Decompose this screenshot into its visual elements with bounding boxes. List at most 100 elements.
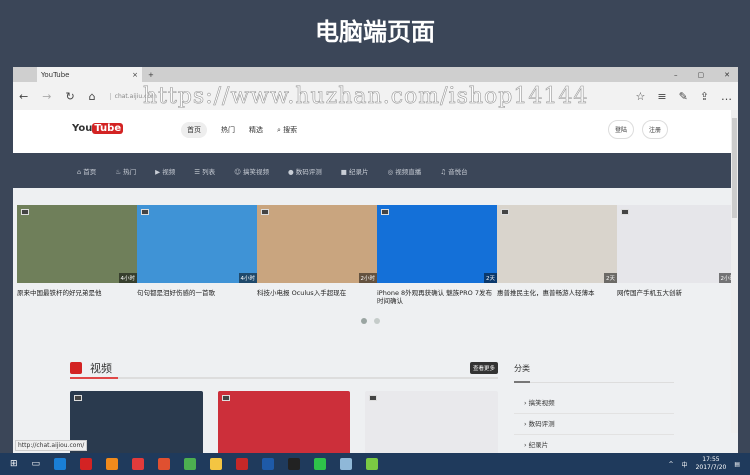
video-badge-icon xyxy=(621,209,629,215)
hub-icon[interactable]: ≡ xyxy=(657,90,666,103)
taskbar-app-icon[interactable] xyxy=(132,458,145,470)
category-sidebar: 分类 › 搞笑视频 › 数码评测 › 纪录片 xyxy=(514,359,674,456)
carousel-item[interactable]: 2天 iPhone 8外观再获确认 魅族PRO 7发布时间确认 xyxy=(377,205,497,305)
thumbnail: 2小时 xyxy=(617,205,737,283)
video-card[interactable] xyxy=(365,391,499,461)
taskbar-app-icon[interactable] xyxy=(366,458,379,470)
tab-bar: YouTube × + – ▢ ✕ xyxy=(13,67,738,82)
fire-icon: ♨ xyxy=(115,167,122,176)
duration: 4小时 xyxy=(118,273,137,283)
carousel-item[interactable]: 2天 惠普推民主化，惠普畅游人轻薄本 xyxy=(497,205,617,305)
search-icon: ⌕ xyxy=(277,126,281,134)
funny-icon: ☺ xyxy=(234,167,241,176)
category-nav-item[interactable]: ● 数码评测 xyxy=(288,166,322,176)
scrollbar[interactable] xyxy=(731,110,738,433)
category-nav-item[interactable]: ☰ 列表 xyxy=(194,166,215,176)
page-title: 电脑端页面 xyxy=(315,18,435,46)
forward-icon[interactable]: → xyxy=(42,90,51,103)
browser-tab[interactable]: YouTube × xyxy=(37,67,142,82)
carousel-item[interactable]: 4小时 句句都是泪好伤感的一首歌 xyxy=(137,205,257,305)
nav-home[interactable]: 首页 xyxy=(181,122,207,138)
taskbar-app-icon[interactable] xyxy=(262,458,275,470)
list-icon: ☰ xyxy=(194,167,201,176)
view-more-button[interactable]: 查看更多 xyxy=(469,362,498,374)
video-badge-icon xyxy=(21,209,29,215)
close-tab-icon[interactable]: × xyxy=(132,71,138,79)
carousel-dots[interactable] xyxy=(361,318,380,324)
taskbar-app-icon[interactable] xyxy=(184,458,197,470)
address-bar: ← → ↻ ⌂ chat.aijiu.com https://www.huzhan.c… xyxy=(13,82,738,110)
taskbar-app-icon[interactable] xyxy=(236,458,249,470)
youtube-logo[interactable]: You Tube xyxy=(72,123,124,134)
minimize-icon[interactable]: – xyxy=(674,71,678,79)
category-nav-item[interactable]: ♫ 音悦台 xyxy=(440,166,467,176)
status-url: http://chat.aijiou.com/ xyxy=(15,440,88,451)
favorite-icon[interactable]: ☆ xyxy=(635,90,645,103)
video-badge-icon xyxy=(261,209,269,215)
category-nav-item[interactable]: ⌂ 首页 xyxy=(77,166,96,176)
note-icon[interactable]: ✎ xyxy=(679,90,688,103)
sidebar-item[interactable]: › 数码评测 xyxy=(514,414,674,435)
video-badge-icon xyxy=(381,209,389,215)
back-icon[interactable]: ← xyxy=(19,90,28,103)
carousel-item[interactable]: 2小时 科技小电报 Oculus入手超现在 xyxy=(257,205,377,305)
ime-indicator[interactable]: 中 xyxy=(682,460,688,469)
taskbar-app-icon[interactable] xyxy=(158,458,171,470)
taskbar-app-icon[interactable] xyxy=(288,458,301,470)
thumbnail: 2天 xyxy=(377,205,497,283)
taskbar-app-icon[interactable] xyxy=(340,458,353,470)
home-icon: ⌂ xyxy=(77,167,82,176)
taskbar-app-icon[interactable] xyxy=(106,458,119,470)
home-icon[interactable]: ⌂ xyxy=(89,90,96,103)
taskbar: ⊞ ▭ ^ 中 17:55 2017/7/20 ▤ xyxy=(0,453,750,475)
register-button[interactable]: 注册 xyxy=(641,120,668,139)
restore-icon[interactable]: ▢ xyxy=(698,71,705,79)
taskbar-app-icon[interactable] xyxy=(314,458,327,470)
notification-icon[interactable]: ▤ xyxy=(734,461,740,468)
refresh-icon[interactable]: ↻ xyxy=(65,90,74,103)
login-button[interactable]: 登陆 xyxy=(607,120,634,139)
nav-hot[interactable]: 热门 xyxy=(221,125,235,135)
site-header: You Tube 首页 热门 精选 ⌕ 搜索 登陆 注册 xyxy=(13,110,738,153)
taskbar-app-icon[interactable] xyxy=(210,458,223,470)
taskbar-app-icon[interactable] xyxy=(54,458,67,470)
duration: 4小时 xyxy=(238,273,257,283)
new-tab-icon[interactable]: + xyxy=(148,71,154,79)
music-icon: ♫ xyxy=(440,167,447,176)
browser-window: YouTube × + – ▢ ✕ ← → ↻ ⌂ chat.aijiu.com https… xyxy=(13,67,738,475)
nav-featured[interactable]: 精选 xyxy=(249,125,263,135)
category-nav-item[interactable]: ▶ 视频 xyxy=(155,166,175,176)
nav-search[interactable]: ⌕ 搜索 xyxy=(277,125,297,135)
share-icon[interactable]: ⇪ xyxy=(700,90,709,103)
video-badge-icon xyxy=(74,395,82,401)
close-window-icon[interactable]: ✕ xyxy=(724,71,730,79)
category-nav-item[interactable]: ♨ 热门 xyxy=(115,166,136,176)
category-nav-item[interactable]: ◎ 视频直播 xyxy=(387,166,421,176)
thumbnail: 4小时 xyxy=(17,205,137,283)
more-icon[interactable]: … xyxy=(721,90,732,103)
caption: 网传国产手机五大创新 xyxy=(617,289,682,297)
tray-chevron-icon[interactable]: ^ xyxy=(669,461,674,468)
camera-icon: ■ xyxy=(340,167,347,176)
taskbar-app-icon[interactable] xyxy=(80,458,93,470)
watermark: https://www.huzhan.com/ishop14144 xyxy=(143,84,589,110)
category-nav-item[interactable]: ☺ 搞笑视频 xyxy=(234,166,269,176)
carousel-item[interactable]: 4小时原来中国最铁杆的好兄弟是他 xyxy=(17,205,137,305)
clock[interactable]: 17:55 2017/7/20 xyxy=(696,456,727,472)
dot-1[interactable] xyxy=(361,318,367,324)
video-card[interactable] xyxy=(70,391,203,461)
dot-2[interactable] xyxy=(374,318,380,324)
duration: 2天 xyxy=(484,273,497,283)
duration: 2小时 xyxy=(358,273,377,283)
video-badge-icon xyxy=(501,209,509,215)
carousel-item[interactable]: 2小时网传国产手机五大创新 xyxy=(617,205,737,305)
video-badge-icon xyxy=(141,209,149,215)
video-card[interactable] xyxy=(217,391,351,461)
sidebar-item[interactable]: › 搞笑视频 xyxy=(514,393,674,414)
caption: 原来中国最铁杆的好兄弟是他 xyxy=(17,289,102,297)
start-icon[interactable]: ⊞ xyxy=(10,459,18,469)
tab-title: YouTube xyxy=(41,70,70,79)
video-section: 视频 查看更多 xyxy=(70,359,499,461)
category-nav-item[interactable]: ■ 纪录片 xyxy=(341,166,369,176)
task-view-icon[interactable]: ▭ xyxy=(32,459,41,469)
